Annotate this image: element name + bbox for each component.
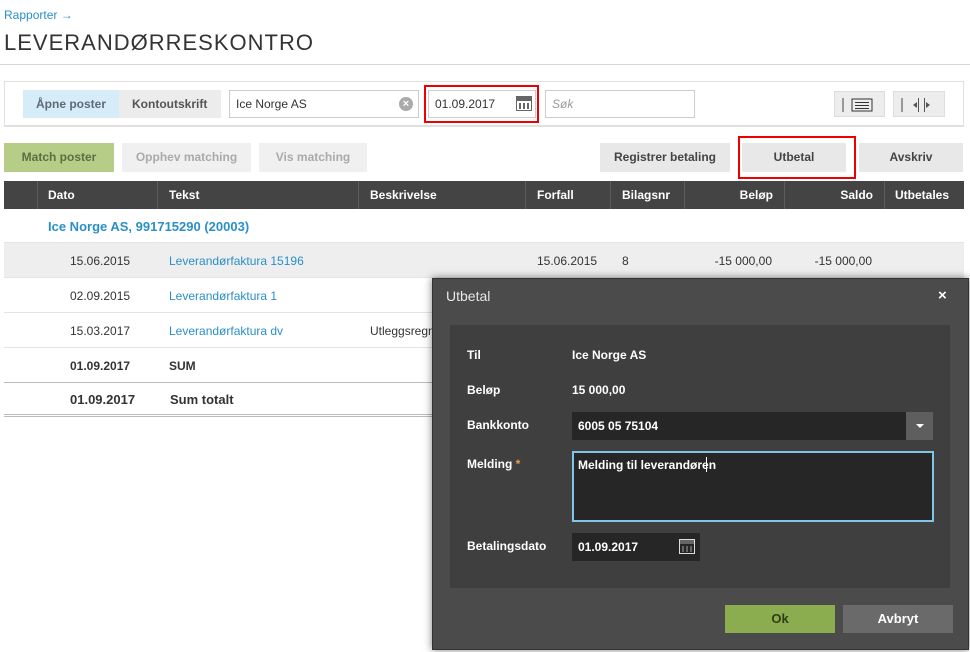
header-divider <box>784 181 785 209</box>
view-list-button[interactable] <box>834 91 885 117</box>
match-posts-button[interactable]: Match poster <box>4 143 114 172</box>
row-date: 02.09.2015 <box>70 289 131 303</box>
bank-account-label: Bankkonto <box>467 418 530 432</box>
breadcrumb[interactable]: Rapporter → <box>4 8 73 22</box>
chevron-down-icon[interactable] <box>906 412 933 440</box>
search-input[interactable]: Søk <box>545 90 695 118</box>
row-invoice-link[interactable]: Leverandørfaktura 15196 <box>169 254 304 268</box>
header-divider <box>358 181 359 209</box>
page-title: LEVERANDØRRESKONTRO <box>4 30 314 55</box>
bank-account-value: 6005 05 75104 <box>578 419 659 433</box>
ok-button[interactable]: Ok <box>725 605 835 633</box>
calendar-icon[interactable] <box>679 539 695 554</box>
tab-account-statement[interactable]: Kontoutskrift <box>119 90 221 118</box>
row-invoice-link[interactable]: Leverandørfaktura dv <box>169 324 283 338</box>
column-header-text[interactable]: Tekst <box>169 181 199 209</box>
row-description: Utleggsregn <box>370 324 435 338</box>
cancel-button[interactable]: Avbryt <box>843 605 953 633</box>
column-header-voucher[interactable]: Bilagsnr <box>622 181 670 209</box>
register-payment-button[interactable]: Registrer betaling <box>600 143 730 172</box>
unmatch-button[interactable]: Opphev matching <box>122 143 251 172</box>
message-label: Melding * <box>467 457 520 471</box>
column-header-date[interactable]: Dato <box>48 181 75 209</box>
show-matching-button[interactable]: Vis matching <box>259 143 367 172</box>
header-divider <box>610 181 611 209</box>
sum-date: 01.09.2017 <box>70 359 131 373</box>
row-invoice-link[interactable]: Leverandørfaktura 1 <box>169 289 277 303</box>
header-divider <box>157 181 158 209</box>
amount-value: 15 000,00 <box>572 383 626 397</box>
row-amount: -15 000,00 <box>714 254 772 268</box>
highlight-pay-box <box>738 136 856 179</box>
amount-label: Beløp <box>467 383 501 397</box>
to-value: Ice Norge AS <box>572 348 647 362</box>
supplier-group-title[interactable]: Ice Norge AS, 991715290 (20003) <box>48 219 249 234</box>
row-date: 15.03.2017 <box>70 324 131 338</box>
to-label: Til <box>467 348 481 362</box>
header-divider <box>684 181 685 209</box>
tab-open-posts[interactable]: Åpne poster <box>23 90 119 118</box>
header-divider <box>525 181 526 209</box>
supplier-input[interactable]: Ice Norge AS <box>229 90 419 118</box>
highlight-date-box <box>424 85 539 123</box>
payment-date-label: Betalingsdato <box>467 539 547 553</box>
close-icon[interactable]: × <box>938 287 947 304</box>
column-header-balance[interactable]: Saldo <box>786 181 873 209</box>
dialog-title: Utbetal <box>446 288 491 304</box>
total-label: Sum totalt <box>170 392 234 407</box>
column-header-payable[interactable]: Utbetales <box>895 181 949 209</box>
header-divider <box>37 181 38 209</box>
column-header-amount[interactable]: Beløp <box>686 181 773 209</box>
row-due-date: 15.06.2015 <box>537 254 598 268</box>
text-cursor <box>706 457 707 472</box>
column-header-description[interactable]: Beskrivelse <box>370 181 437 209</box>
expand-columns-button[interactable] <box>893 91 945 117</box>
write-off-button[interactable]: Avskriv <box>859 143 963 172</box>
list-icon <box>842 98 873 112</box>
total-date: 01.09.2017 <box>70 392 136 407</box>
payment-date-value: 01.09.2017 <box>578 540 639 554</box>
title-divider <box>0 64 970 65</box>
header-divider <box>884 181 885 209</box>
required-marker: * <box>515 457 521 471</box>
message-label-text: Melding <box>467 457 513 471</box>
sum-label: SUM <box>169 359 196 373</box>
row-date: 15.06.2015 <box>70 254 131 268</box>
expand-icon <box>901 98 930 112</box>
clear-icon[interactable]: × <box>399 97 413 111</box>
column-header-due[interactable]: Forfall <box>537 181 574 209</box>
message-text: Melding til leverandøren <box>578 458 717 472</box>
row-balance: -15 000,00 <box>814 254 872 268</box>
row-voucher: 8 <box>622 254 629 268</box>
